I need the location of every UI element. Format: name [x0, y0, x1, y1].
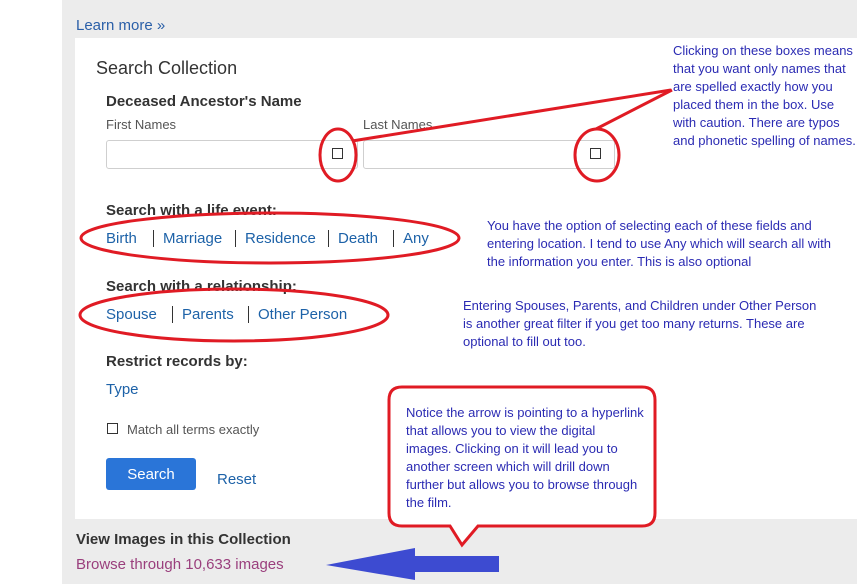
annotation-life-event: You have the option of selecting each of…: [487, 218, 831, 269]
blue-arrow: [326, 548, 499, 580]
annotation-relationship: Entering Spouses, Parents, and Children …: [463, 298, 817, 349]
annotation-exact-boxes: Clicking on these boxes means that you w…: [673, 43, 856, 148]
annotation-arrow: Notice the arrow is pointing to a hyperl…: [406, 405, 644, 510]
life-event-circle: [79, 211, 461, 265]
last-names-checkbox-circle: [573, 127, 621, 183]
relationship-circle: [78, 287, 390, 343]
first-names-checkbox-circle: [318, 127, 358, 183]
